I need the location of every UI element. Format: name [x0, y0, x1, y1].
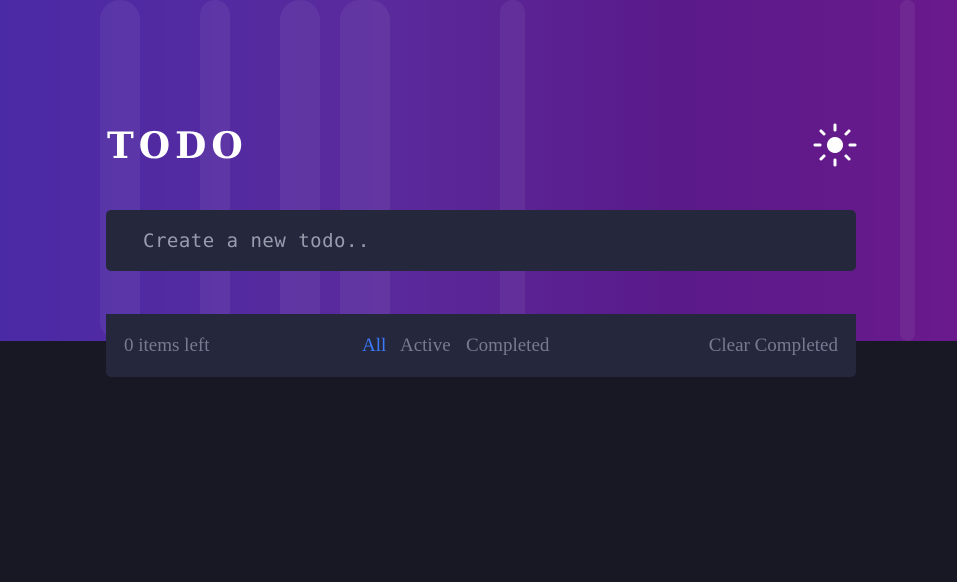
filter-all[interactable]: All [362, 334, 386, 358]
items-left-count: 0 items left [124, 335, 210, 356]
background-decoration [280, 0, 320, 341]
theme-toggle-button[interactable] [813, 123, 857, 167]
header-background-image [0, 0, 957, 341]
todo-footer: 0 items left All Active Completed Clear … [106, 314, 856, 377]
background-decoration [100, 0, 140, 341]
filter-completed[interactable]: Completed [466, 334, 549, 358]
background-decoration [500, 0, 525, 341]
background-decoration [900, 0, 915, 341]
app-title: TODO [107, 125, 248, 167]
filter-active[interactable]: Active [400, 334, 451, 358]
background-decoration [340, 0, 390, 341]
new-todo-input[interactable] [106, 210, 856, 271]
background-decoration [200, 0, 230, 341]
new-todo-container [106, 210, 856, 271]
clear-completed-button[interactable]: Clear Completed [709, 334, 838, 358]
sun-icon [813, 123, 857, 167]
